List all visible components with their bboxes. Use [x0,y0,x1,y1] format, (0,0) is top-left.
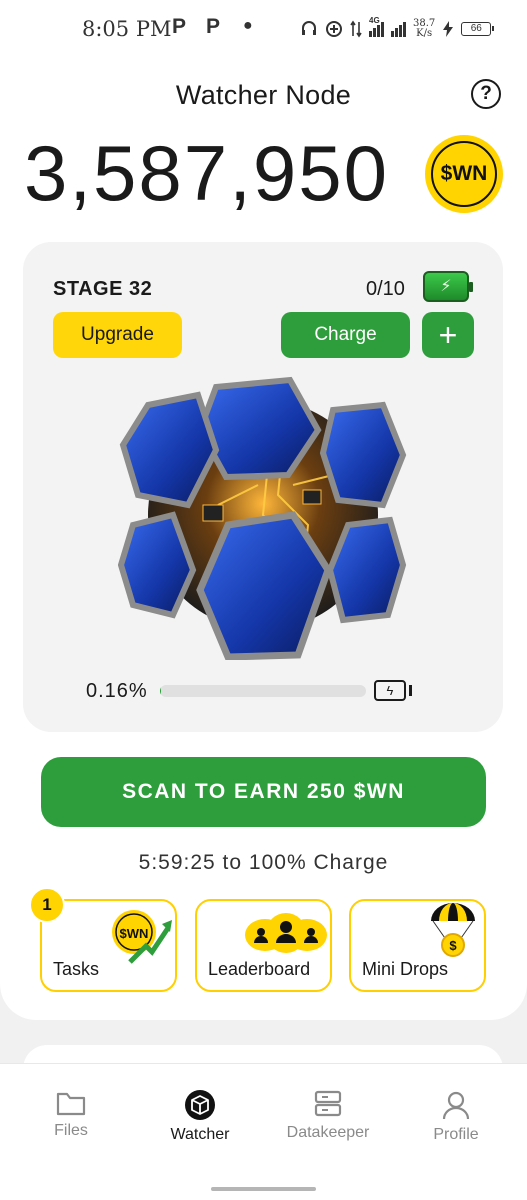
home-indicator[interactable] [211,1187,316,1191]
status-bar: 8:05 PM P P ● 4G 38.7 K/s 66 [0,0,527,58]
stage-label: STAGE 32 [53,278,153,300]
node-progress-percent: 0.16% [86,680,148,702]
upgrade-button[interactable]: Upgrade [53,312,182,358]
svg-text:$: $ [449,938,457,953]
user-icon [442,1091,470,1120]
watcher-node-image [118,376,407,660]
page-title: Watcher Node [175,80,352,110]
add-charge-button[interactable]: + [422,312,474,358]
wn-token-icon: $WN [425,135,503,213]
nav-profile[interactable]: Profile [401,1090,511,1144]
charge-button[interactable]: Charge [281,312,410,358]
signal-icon: 4G [369,16,406,37]
mini-drops-label: Mini Drops [362,959,449,979]
leaderboard-tile[interactable]: Leaderboard [195,899,332,992]
nav-files[interactable]: Files [16,1090,126,1140]
server-icon [314,1090,342,1117]
battery-outline-icon: ϟ [374,680,406,701]
data-transfer-icon [350,20,362,38]
app-notification-icon-2: P [206,15,221,38]
data-saver-icon [326,21,342,37]
balance-amount: 3,587,950 [24,129,390,217]
tasks-label: Tasks [53,959,100,979]
status-time: 8:05 PM [82,17,172,41]
nav-watcher[interactable]: Watcher [145,1090,255,1144]
charging-bolt-icon [443,21,454,37]
parachute-coin-icon: $ [431,903,475,957]
wn-chart-icon: $WN [112,910,172,964]
scan-to-earn-button[interactable]: SCAN TO EARN 250 $WN [41,757,486,827]
leaderboard-label: Leaderboard [208,959,311,979]
charge-timer: 5:59:25 to 100% Charge [138,851,389,874]
leaderboard-users-icon [245,913,327,953]
node-progress-bar [160,685,366,697]
battery-charge-icon: ⚡ [423,271,473,302]
app-notification-icon: P [172,15,187,38]
battery-icon: 66 [461,22,495,36]
battery-tip [409,685,412,696]
charge-count: 0/10 [366,278,405,300]
network-speed: 38.7 K/s [413,18,436,39]
tasks-count-badge: 1 [29,887,65,923]
nav-datakeeper[interactable]: Datakeeper [273,1090,383,1142]
headset-icon [302,21,316,35]
more-notifications-dot: ● [243,17,253,34]
folder-icon [56,1092,86,1116]
help-icon[interactable]: ? [471,79,501,109]
svg-text:$WN: $WN [120,926,149,941]
status-icons: 4G 38.7 K/s 66 [300,16,495,42]
cube-icon [185,1090,215,1120]
mini-drops-tile[interactable]: $ Mini Drops [349,899,486,992]
